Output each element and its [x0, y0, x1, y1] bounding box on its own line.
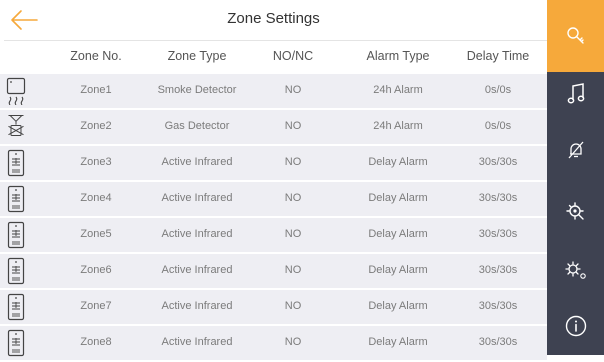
alarm-type-cell: Delay Alarm — [368, 300, 428, 312]
key-icon — [547, 8, 604, 64]
zone-no-cell: Zone6 — [80, 264, 112, 276]
alarm-type-cell: Delay Alarm — [368, 336, 428, 348]
table-row[interactable]: Zone4 Active Infrared NO Delay Alarm 30s/30s — [0, 180, 547, 216]
nonc-cell: NO — [284, 192, 302, 204]
infrared-detector-icon — [6, 329, 26, 357]
gear-icon — [564, 261, 586, 279]
delay-time-cell: 30s/30s — [478, 228, 518, 240]
zone-settings-icon — [565, 202, 584, 220]
nonc-cell: NO — [284, 120, 302, 132]
gas-detector-icon — [6, 113, 26, 141]
alarm-type-cell: Delay Alarm — [368, 228, 428, 240]
table-row[interactable]: Zone2 Gas Detector NO 24h Alarm 0s/0s — [0, 108, 547, 144]
alarm-type-cell: Delay Alarm — [368, 192, 428, 204]
nonc-cell: NO — [284, 84, 302, 96]
zone-table: Zone1 Smoke Detector NO 24h Alarm 0s/0s Zone2… — [0, 72, 547, 360]
nonc-cell: NO — [284, 264, 302, 276]
sidebar-item-music[interactable] — [547, 66, 604, 122]
table-row[interactable]: Zone5 Active Infrared NO Delay Alarm 30s/30s — [0, 216, 547, 252]
nonc-cell: NO — [284, 300, 302, 312]
table-row[interactable]: Zone6 Active Infrared NO Delay Alarm 30s/30s — [0, 252, 547, 288]
column-header-delay-time: Delay Time — [466, 49, 530, 63]
sidebar-item-info[interactable] — [547, 298, 604, 354]
column-header-zone-type: Zone Type — [167, 49, 227, 63]
zone-type-cell: Smoke Detector — [157, 84, 237, 96]
sidebar-item-key-active[interactable] — [547, 0, 604, 72]
delay-time-cell: 30s/30s — [478, 336, 518, 348]
nonc-cell: NO — [284, 336, 302, 348]
main-panel: Zone Settings Zone No. Zone Type NO/NC A… — [0, 0, 547, 360]
delay-time-cell: 0s/0s — [484, 120, 512, 132]
zone-no-cell: Zone7 — [80, 300, 112, 312]
alarm-type-cell: 24h Alarm — [373, 120, 423, 132]
alarm-off-icon — [568, 141, 583, 159]
delay-time-cell: 0s/0s — [484, 84, 512, 96]
info-icon — [565, 315, 586, 337]
alarm-type-cell: 24h Alarm — [373, 84, 423, 96]
nonc-cell: NO — [284, 228, 302, 240]
infrared-detector-icon — [6, 185, 26, 213]
zone-no-cell: Zone1 — [80, 84, 112, 96]
music-note-icon — [567, 83, 584, 104]
zone-type-cell: Active Infrared — [161, 228, 233, 240]
column-header-alarm-type: Alarm Type — [366, 49, 430, 63]
delay-time-cell: 30s/30s — [478, 156, 518, 168]
nonc-cell: NO — [284, 156, 302, 168]
delay-time-cell: 30s/30s — [478, 300, 518, 312]
infrared-detector-icon — [6, 293, 26, 321]
zone-type-cell: Active Infrared — [161, 336, 233, 348]
sidebar — [547, 0, 604, 355]
zone-type-cell: Active Infrared — [161, 264, 233, 276]
zone-no-cell: Zone2 — [80, 120, 112, 132]
header: Zone Settings — [0, 0, 547, 40]
zone-no-cell: Zone8 — [80, 336, 112, 348]
column-header-nonc: NO/NC — [272, 49, 314, 63]
table-header: Zone No. Zone Type NO/NC Alarm Type Dela… — [0, 41, 547, 73]
zone-no-cell: Zone5 — [80, 228, 112, 240]
sidebar-item-alarm-off[interactable] — [547, 122, 604, 178]
zone-type-cell: Gas Detector — [164, 120, 230, 132]
smoke-detector-icon — [6, 77, 26, 106]
table-row[interactable]: Zone3 Active Infrared NO Delay Alarm 30s/30s — [0, 144, 547, 180]
zone-no-cell: Zone3 — [80, 156, 112, 168]
zone-no-cell: Zone4 — [80, 192, 112, 204]
sidebar-item-settings[interactable] — [547, 242, 604, 298]
infrared-detector-icon — [6, 149, 26, 177]
zone-type-cell: Active Infrared — [161, 156, 233, 168]
table-row[interactable]: Zone7 Active Infrared NO Delay Alarm 30s/30s — [0, 288, 547, 324]
page-title: Zone Settings — [227, 10, 320, 27]
infrared-detector-icon — [6, 257, 26, 285]
alarm-type-cell: Delay Alarm — [368, 156, 428, 168]
alarm-type-cell: Delay Alarm — [368, 264, 428, 276]
zone-type-cell: Active Infrared — [161, 300, 233, 312]
zone-type-cell: Active Infrared — [161, 192, 233, 204]
column-header-zone-no: Zone No. — [70, 49, 122, 63]
delay-time-cell: 30s/30s — [478, 192, 518, 204]
sidebar-item-zone-settings[interactable] — [547, 184, 604, 240]
table-row[interactable]: Zone1 Smoke Detector NO 24h Alarm 0s/0s — [0, 72, 547, 108]
infrared-detector-icon — [6, 221, 26, 249]
delay-time-cell: 30s/30s — [478, 264, 518, 276]
